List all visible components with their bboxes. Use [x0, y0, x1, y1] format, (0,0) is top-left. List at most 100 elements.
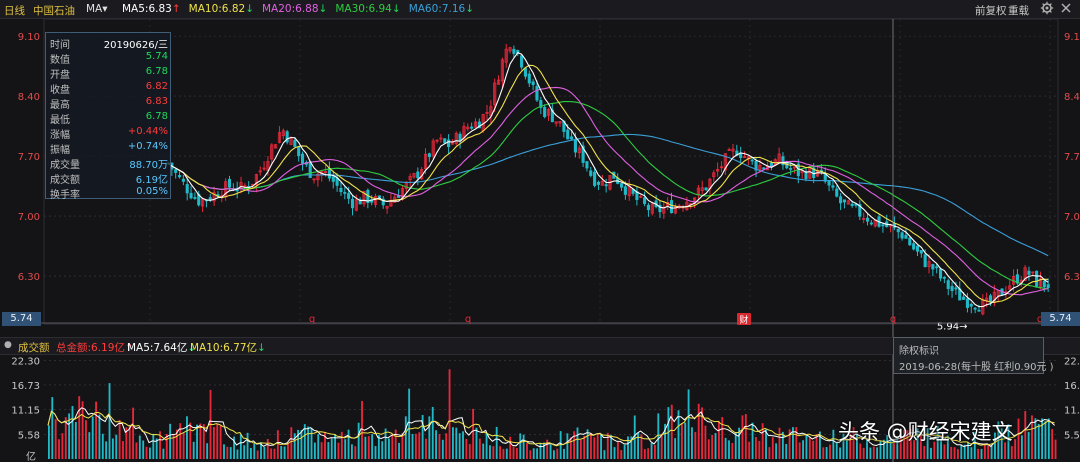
volume-bar — [943, 444, 946, 459]
volume-bar — [798, 442, 801, 459]
volume-bar — [573, 431, 576, 459]
volume-bar — [728, 440, 730, 459]
volume-bar — [367, 436, 370, 459]
candle-body — [596, 182, 601, 185]
volume-bar — [152, 433, 155, 459]
volume-bar — [590, 432, 592, 459]
volume-bar — [186, 416, 188, 459]
info-key: 时间 — [50, 40, 70, 51]
volume-bar — [633, 415, 636, 459]
volume-bar — [522, 434, 525, 459]
candle-body — [750, 159, 754, 162]
volume-bar — [391, 433, 394, 459]
volume-tick-label-right: 22.30 — [1064, 356, 1080, 367]
volume-ma10-value: MA10:6.77亿 — [190, 342, 258, 354]
volume-tick-label-left: 5.58 — [18, 430, 40, 441]
ma-legend-item: MA5:6.83↑ — [122, 3, 181, 15]
volume-bar — [980, 448, 983, 459]
volume-bar — [549, 444, 552, 459]
ma-legend-label: MA10:6.82 — [188, 3, 246, 15]
volume-bar — [216, 423, 219, 459]
candle-body — [969, 303, 973, 307]
volume-bar — [327, 442, 330, 459]
volume-bar — [250, 447, 252, 459]
candle-body — [938, 268, 943, 279]
volume-bar — [263, 446, 266, 459]
volume-bar — [98, 414, 101, 459]
volume-bar — [741, 415, 744, 459]
volume-bar — [808, 437, 811, 459]
volume-bar — [51, 397, 54, 459]
volume-bar — [199, 423, 202, 459]
info-key: 数值 — [50, 55, 70, 66]
candle-body — [181, 178, 185, 182]
close-icon[interactable] — [1060, 2, 1072, 17]
volume-tick-label-right: 16.73 — [1064, 381, 1080, 392]
volume-bar — [61, 433, 64, 459]
ma-legend-label: MA60:7.16 — [408, 3, 466, 15]
ma-legend-item: MA20:6.88↓ — [262, 3, 327, 15]
volume-bar — [71, 406, 74, 459]
volume-bar — [539, 442, 542, 459]
volume-bar — [509, 436, 512, 459]
volume-bar — [593, 437, 596, 459]
volume-bar — [310, 427, 313, 459]
volume-bar — [556, 448, 559, 459]
y-tick-label-left: 7.70 — [18, 152, 40, 163]
candle-body — [942, 276, 946, 279]
candle-body — [900, 232, 904, 239]
volume-bar — [1054, 439, 1057, 459]
volume-bar — [398, 442, 400, 459]
ex-right-marker: q — [890, 314, 896, 325]
gear-icon[interactable] — [1040, 1, 1054, 18]
volume-bar — [320, 442, 323, 459]
volume-bar — [239, 434, 242, 459]
candle-body — [443, 138, 447, 144]
volume-bar — [418, 432, 421, 459]
candle-body — [327, 167, 331, 179]
collapse-icon[interactable]: ● — [4, 340, 12, 350]
volume-bar — [731, 443, 734, 459]
y-tick-label-left: 6.30 — [18, 272, 40, 283]
volume-bar — [751, 422, 754, 459]
info-key: 成交量 — [50, 160, 80, 171]
volume-bar — [596, 433, 599, 459]
volume-bar — [778, 427, 781, 459]
restore-right-button[interactable]: 前复权 — [975, 3, 1007, 18]
candle-body — [1046, 284, 1050, 289]
volume-bar — [704, 425, 707, 459]
volume-bar — [478, 438, 481, 459]
candle-body — [523, 67, 527, 77]
volume-bar — [162, 448, 165, 459]
volume-bar — [768, 447, 771, 459]
candle-body — [965, 298, 969, 308]
candle-body — [896, 228, 900, 233]
y-tick-label-left: 8.40 — [18, 92, 40, 103]
volume-bar — [755, 436, 757, 459]
period-selector[interactable]: 日线 — [4, 3, 25, 18]
volume-bar — [499, 446, 501, 459]
reload-button[interactable]: 重载 — [1008, 3, 1029, 18]
info-row: 振幅 +0.74% — [50, 141, 168, 156]
volume-bar — [526, 443, 528, 459]
indicator-selector[interactable]: MA▾ — [86, 3, 108, 15]
finance-marker: 财 — [739, 314, 748, 326]
candle-body — [604, 184, 608, 187]
volume-bar — [505, 448, 508, 459]
volume-bar — [953, 447, 956, 459]
candle-body — [520, 55, 524, 68]
volume-bar — [212, 427, 215, 459]
volume-bar — [674, 438, 677, 459]
volume-bar — [512, 446, 515, 459]
volume-bar — [872, 446, 875, 459]
candle-body — [977, 309, 981, 312]
candle-body — [535, 85, 539, 101]
candle-body — [923, 254, 927, 268]
candle-body — [593, 171, 597, 186]
volume-ma10: MA10:6.77亿↓ — [190, 340, 266, 355]
candle-body — [835, 188, 839, 197]
volume-bar — [371, 434, 374, 459]
y-tick-label-left: 9.10 — [18, 32, 40, 43]
info-value: +0.74% — [127, 141, 168, 152]
volume-bar — [869, 447, 872, 459]
